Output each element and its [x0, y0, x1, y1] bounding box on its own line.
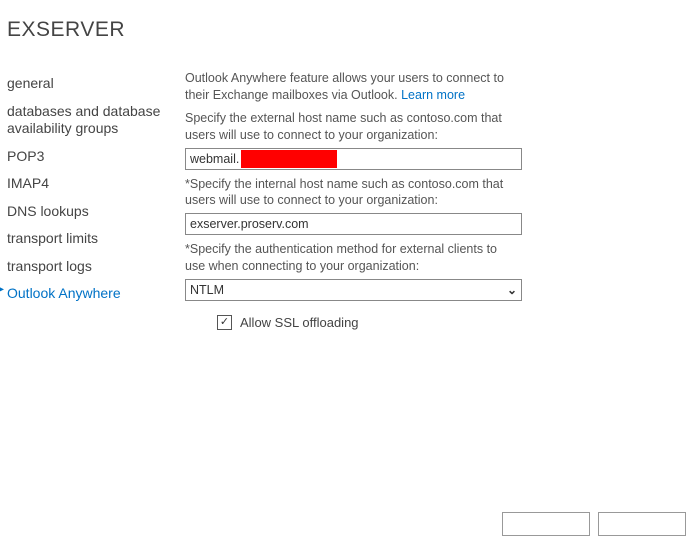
footer-button-1[interactable] — [502, 512, 590, 536]
ssl-offloading-label: Allow SSL offloading — [240, 315, 359, 330]
sidebar-item-dns-lookups[interactable]: DNS lookups — [7, 198, 185, 226]
sidebar-item-transport-limits[interactable]: transport limits — [7, 225, 185, 253]
external-host-label: Specify the external host name such as c… — [185, 110, 518, 144]
sidebar-item-outlook-anywhere[interactable]: Outlook Anywhere — [7, 280, 185, 308]
sidebar-item-transport-logs[interactable]: transport logs — [7, 253, 185, 281]
internal-host-label: *Specify the internal host name such as … — [185, 176, 518, 210]
footer-button-2[interactable] — [598, 512, 686, 536]
ssl-offloading-row: ✓ Allow SSL offloading — [185, 315, 518, 330]
sidebar: general databases and database availabil… — [0, 70, 185, 330]
content-layout: general databases and database availabil… — [0, 70, 692, 330]
page-title: EXSERVER — [0, 0, 692, 42]
sidebar-item-general[interactable]: general — [7, 70, 185, 98]
main-panel: Outlook Anywhere feature allows your use… — [185, 70, 550, 330]
auth-method-select[interactable]: NTLM ⌄ — [185, 279, 522, 301]
chevron-down-icon: ⌄ — [507, 283, 517, 297]
internal-host-input-wrap — [185, 213, 522, 235]
sidebar-item-databases[interactable]: databases and database availability grou… — [7, 98, 185, 143]
learn-more-link[interactable]: Learn more — [401, 88, 465, 102]
redacted-region — [241, 150, 337, 168]
ssl-offloading-checkbox[interactable]: ✓ — [217, 315, 232, 330]
sidebar-item-imap4[interactable]: IMAP4 — [7, 170, 185, 198]
intro-text: Outlook Anywhere feature allows your use… — [185, 70, 518, 104]
sidebar-item-pop3[interactable]: POP3 — [7, 143, 185, 171]
footer-buttons — [502, 508, 692, 536]
auth-method-value: NTLM — [190, 283, 224, 297]
auth-method-label: *Specify the authentication method for e… — [185, 241, 518, 275]
internal-host-input[interactable] — [185, 213, 522, 235]
external-host-input[interactable] — [185, 148, 522, 170]
external-host-input-wrap — [185, 148, 522, 170]
